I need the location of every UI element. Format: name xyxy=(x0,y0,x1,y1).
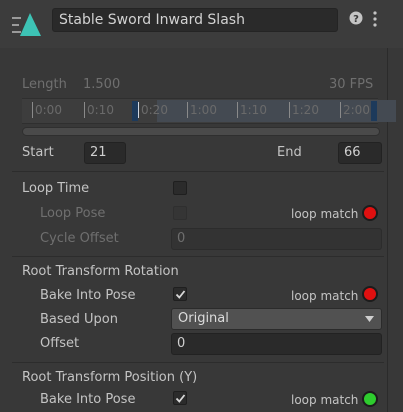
end-label: End xyxy=(277,145,302,160)
end-field[interactable]: 66 xyxy=(338,142,382,164)
tick-label: 0:00 xyxy=(35,103,62,117)
tick-label: 1:20 xyxy=(292,103,319,117)
svg-text:?: ? xyxy=(353,14,359,25)
section-divider xyxy=(12,171,384,172)
playhead[interactable] xyxy=(138,102,139,118)
chevron-down-icon xyxy=(365,316,374,322)
timeline-tick xyxy=(84,102,85,118)
fps-label: 30 FPS xyxy=(329,77,374,92)
tick-label: 0:20 xyxy=(141,103,168,117)
checkmark-icon xyxy=(175,394,186,403)
loop-match-red-lamp-icon xyxy=(362,286,378,302)
timeline-tick xyxy=(187,102,188,118)
position-y-bake-label: Bake Into Pose xyxy=(40,392,136,407)
loop-time-label: Loop Time xyxy=(22,181,90,196)
loop-match-label: loop match xyxy=(291,289,359,303)
tick-label: 0:10 xyxy=(87,103,114,117)
help-icon[interactable]: ? xyxy=(349,11,363,25)
tick-label: 1:10 xyxy=(240,103,267,117)
checkmark-icon xyxy=(175,290,186,299)
timeline-tick xyxy=(340,102,341,118)
clip-name-field[interactable]: Stable Sword Inward Slash xyxy=(52,8,338,32)
clip-header: Stable Sword Inward Slash ? xyxy=(0,0,403,48)
cycle-offset-field[interactable]: 0 xyxy=(171,228,382,250)
timeline-tick xyxy=(289,102,290,118)
based-upon-value: Original xyxy=(178,311,229,326)
loop-pose-label: Loop Pose xyxy=(40,206,106,221)
length-label: Length xyxy=(22,77,67,92)
loop-time-checkbox[interactable] xyxy=(173,181,187,195)
offset-field[interactable]: 0 xyxy=(171,333,382,355)
loop-match-green-lamp-icon xyxy=(362,391,378,407)
timeline-scrollbar[interactable] xyxy=(22,127,380,136)
kebab-menu-icon[interactable] xyxy=(370,10,380,28)
loop-match-label: loop match xyxy=(291,207,359,221)
section-divider xyxy=(12,256,384,257)
start-label: Start xyxy=(22,145,54,160)
loop-match-label: loop match xyxy=(291,393,359,407)
clip-timeline[interactable]: 0:00 0:10 0:20 1:00 1:10 1:20 2:00 xyxy=(22,98,396,124)
tick-label: 2:00 xyxy=(343,103,370,117)
loop-pose-checkbox[interactable] xyxy=(173,206,187,220)
position-y-bake-checkbox[interactable] xyxy=(173,391,187,405)
cycle-offset-label: Cycle Offset xyxy=(40,231,119,246)
length-value: 1.500 xyxy=(83,77,121,92)
animation-clip-icon xyxy=(12,13,41,36)
timeline-tick xyxy=(237,102,238,118)
rotation-bake-checkbox[interactable] xyxy=(173,287,187,301)
section-divider xyxy=(12,362,384,363)
root-rotation-section-label: Root Transform Rotation xyxy=(22,264,179,279)
root-position-y-section-label: Root Transform Position (Y) xyxy=(22,370,198,385)
based-upon-label: Based Upon xyxy=(40,312,118,327)
rotation-bake-label: Bake Into Pose xyxy=(40,288,136,303)
offset-label: Offset xyxy=(40,336,80,351)
end-range-handle[interactable] xyxy=(371,101,377,121)
start-field[interactable]: 21 xyxy=(84,142,126,164)
loop-match-red-lamp-icon xyxy=(362,205,378,221)
tick-label: 1:00 xyxy=(190,103,217,117)
based-upon-dropdown[interactable]: Original xyxy=(171,308,382,330)
timeline-tick xyxy=(32,102,33,118)
